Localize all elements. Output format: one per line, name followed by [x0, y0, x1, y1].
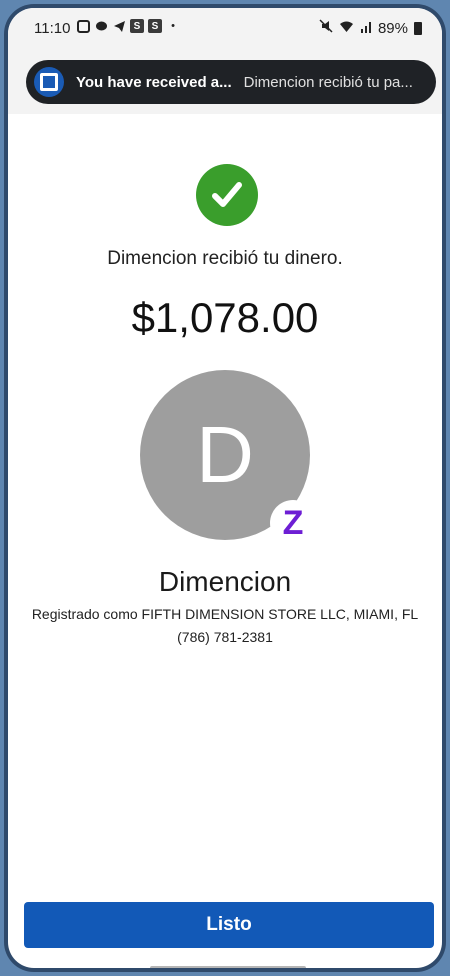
payment-headline: Dimencion recibió tu dinero. — [107, 248, 343, 269]
notification-text: Dimencion recibió tu pa... — [243, 73, 413, 91]
notification-title: You have received a... — [76, 73, 232, 91]
s-app-icon: S — [130, 19, 144, 33]
recipient-phone: (786) 781-2381 — [177, 629, 273, 645]
screen: 11:10 S S • 89% You have received a... D… — [8, 8, 442, 968]
avatar-initial: D — [196, 410, 254, 499]
registered-as: Registrado como FIFTH DIMENSION STORE LL… — [31, 606, 419, 622]
zelle-badge-letter: Z — [282, 503, 304, 542]
checkmark-icon — [196, 164, 258, 226]
status-time: 11:10 — [34, 20, 71, 37]
payment-amount: $1,078.00 — [131, 294, 319, 341]
signal-icon — [360, 20, 372, 37]
recipient-name: Dimencion — [158, 566, 292, 597]
chase-app-icon — [76, 19, 90, 33]
notification-banner[interactable]: You have received a... Dimencion recibió… — [26, 60, 436, 104]
home-indicator[interactable] — [150, 966, 306, 968]
battery-icon — [414, 21, 422, 35]
chase-logo-icon — [34, 67, 64, 97]
battery-text: 89% — [377, 19, 408, 37]
s-app-icon: S — [148, 19, 162, 33]
telegram-icon — [112, 19, 126, 33]
dot-icon: • — [171, 20, 175, 32]
mute-icon — [319, 19, 333, 37]
status-right-icons: 89% — [319, 19, 422, 37]
device-frame: 11:10 S S • 89% You have received a... D… — [4, 4, 446, 972]
zelle-icon: Z — [270, 500, 316, 546]
chat-icon — [94, 19, 108, 33]
status-bar: 11:10 S S • 89% — [8, 8, 442, 52]
wifi-icon — [339, 20, 354, 37]
done-button[interactable]: Listo — [24, 902, 434, 948]
status-left-icons: S S • — [76, 19, 180, 33]
